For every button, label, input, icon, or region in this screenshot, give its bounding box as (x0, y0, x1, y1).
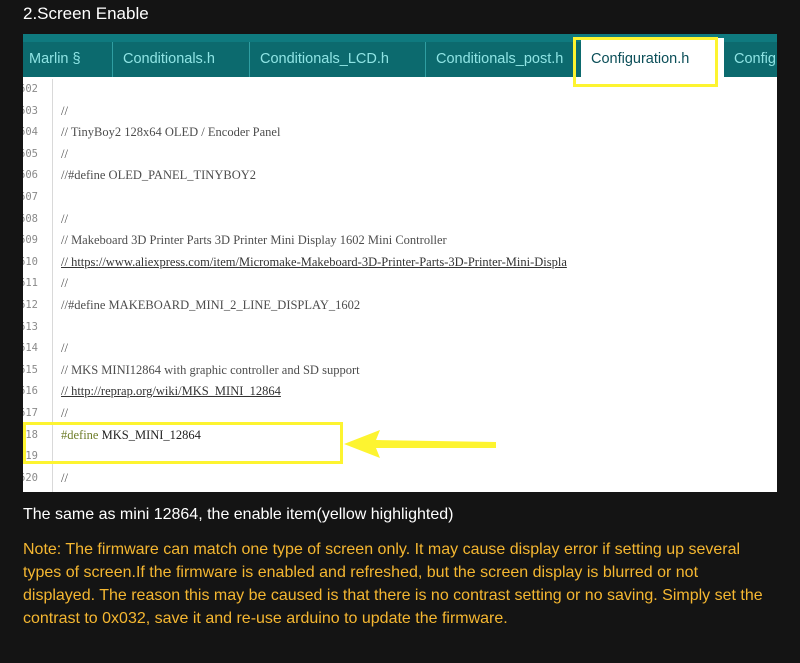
line-number: 607 (23, 191, 38, 203)
caption: The same as mini 12864, the enable item(… (23, 506, 454, 523)
code-line: 607 (23, 187, 777, 209)
tab-conditionals-lcd[interactable]: Conditionals_LCD.h (250, 42, 426, 77)
code-text: // TinyBoy2 128x64 OLED / Encoder Panel (61, 125, 281, 140)
line-number: 604 (23, 126, 38, 139)
code-line: 612 //#define MAKEBOARD_MINI_2_LINE_DISPL… (23, 295, 777, 317)
note-text: Note: The firmware can match one type of… (23, 541, 763, 627)
code-line: 613 (23, 317, 777, 339)
line-number: 616 (23, 385, 38, 398)
tab-conditionals-post[interactable]: Conditionals_post.h (426, 42, 601, 77)
code-line: 603 // (23, 101, 777, 123)
tab-marlin[interactable]: Marlin § (23, 42, 113, 77)
line-number: 606 (23, 169, 38, 182)
code-link[interactable]: // http://reprap.org/wiki/MKS_MINI_12864 (61, 381, 281, 403)
line-number: 608 (23, 212, 38, 225)
code-line: 602 (23, 79, 777, 101)
line-number: 602 (23, 83, 38, 95)
code-line: 620 // (23, 468, 777, 490)
tab-label: Conditionals.h (123, 51, 215, 67)
code-text: // Makeboard 3D Printer Parts 3D Printer… (61, 233, 447, 248)
code-text: //#define MAKEBOARD_MINI_2_LINE_DISPLAY_… (61, 298, 361, 312)
line-number: 614 (23, 342, 38, 355)
code-text: // (61, 276, 68, 291)
line-number: 610 (23, 255, 38, 268)
line-number: 617 (23, 407, 38, 419)
code-text: // (61, 146, 68, 161)
code-link[interactable]: // https://www.aliexpress.com/item/Micro… (61, 252, 567, 274)
tab-label: Configuration.h (591, 51, 690, 67)
editor-tab-bar: Marlin § Conditionals.h Conditionals_LCD… (23, 34, 777, 77)
code-text: // (61, 470, 68, 485)
code-line: 611 // (23, 273, 777, 295)
code-text: // MKS MINI12864 with graphic controller… (61, 362, 360, 377)
line-number: 613 (23, 320, 38, 333)
tab-config-adv[interactable]: Config (724, 42, 777, 77)
code-line: 619 (23, 446, 777, 468)
code-line: 606 //#define OLED_PANEL_TINYBOY2 (23, 165, 777, 187)
line-number: 618 (23, 428, 38, 441)
line-number: 615 (23, 363, 38, 376)
code-line: 605 // (23, 144, 777, 166)
code-text: // (61, 341, 68, 356)
code-line: 615 // MKS MINI12864 with graphic control… (23, 360, 777, 382)
tab-label: Config (734, 51, 776, 67)
define-mks-mini-12864: #define MKS_MINI_12864 (61, 427, 201, 442)
code-line: 608 // (23, 209, 777, 231)
define-keyword: #define (61, 427, 99, 442)
code-text: // (61, 211, 68, 226)
code-line: 610 // https://www.aliexpress.com/item/Mi… (23, 252, 777, 274)
line-number: 603 (23, 104, 38, 117)
code-line-define: 618 #define MKS_MINI_12864 (23, 425, 777, 447)
line-number: 612 (23, 299, 38, 311)
code-line: 604 // TinyBoy2 128x64 OLED / Encoder Pan… (23, 122, 777, 144)
code-line: 616 // http://reprap.org/wiki/MKS_MINI_12… (23, 381, 777, 403)
tab-label: Conditionals_post.h (436, 51, 564, 67)
code-area[interactable]: 602 603 // 604 // TinyBoy2 128x64 OLED / E… (23, 79, 777, 492)
code-text: //#define OLED_PANEL_TINYBOY2 (61, 168, 257, 183)
tab-configuration[interactable]: Configuration.h (581, 38, 724, 77)
line-number: 619 (23, 450, 38, 463)
line-number: 611 (23, 277, 38, 290)
line-number: 609 (23, 234, 38, 247)
line-number: 605 (23, 147, 38, 160)
code-line: 609 // Makeboard 3D Printer Parts 3D Prin… (23, 230, 777, 252)
tab-label: Marlin § (29, 51, 81, 67)
tab-conditionals[interactable]: Conditionals.h (113, 42, 250, 77)
arduino-editor-screenshot: Marlin § Conditionals.h Conditionals_LCD… (23, 34, 777, 492)
line-number: 620 (23, 471, 38, 484)
code-text: // (61, 103, 68, 118)
heading: 2.Screen Enable (23, 4, 149, 23)
tab-label: Conditionals_LCD.h (260, 51, 389, 67)
code-line: 614 // (23, 338, 777, 360)
code-line: 617 // (23, 403, 777, 425)
code-text: // (61, 406, 68, 420)
